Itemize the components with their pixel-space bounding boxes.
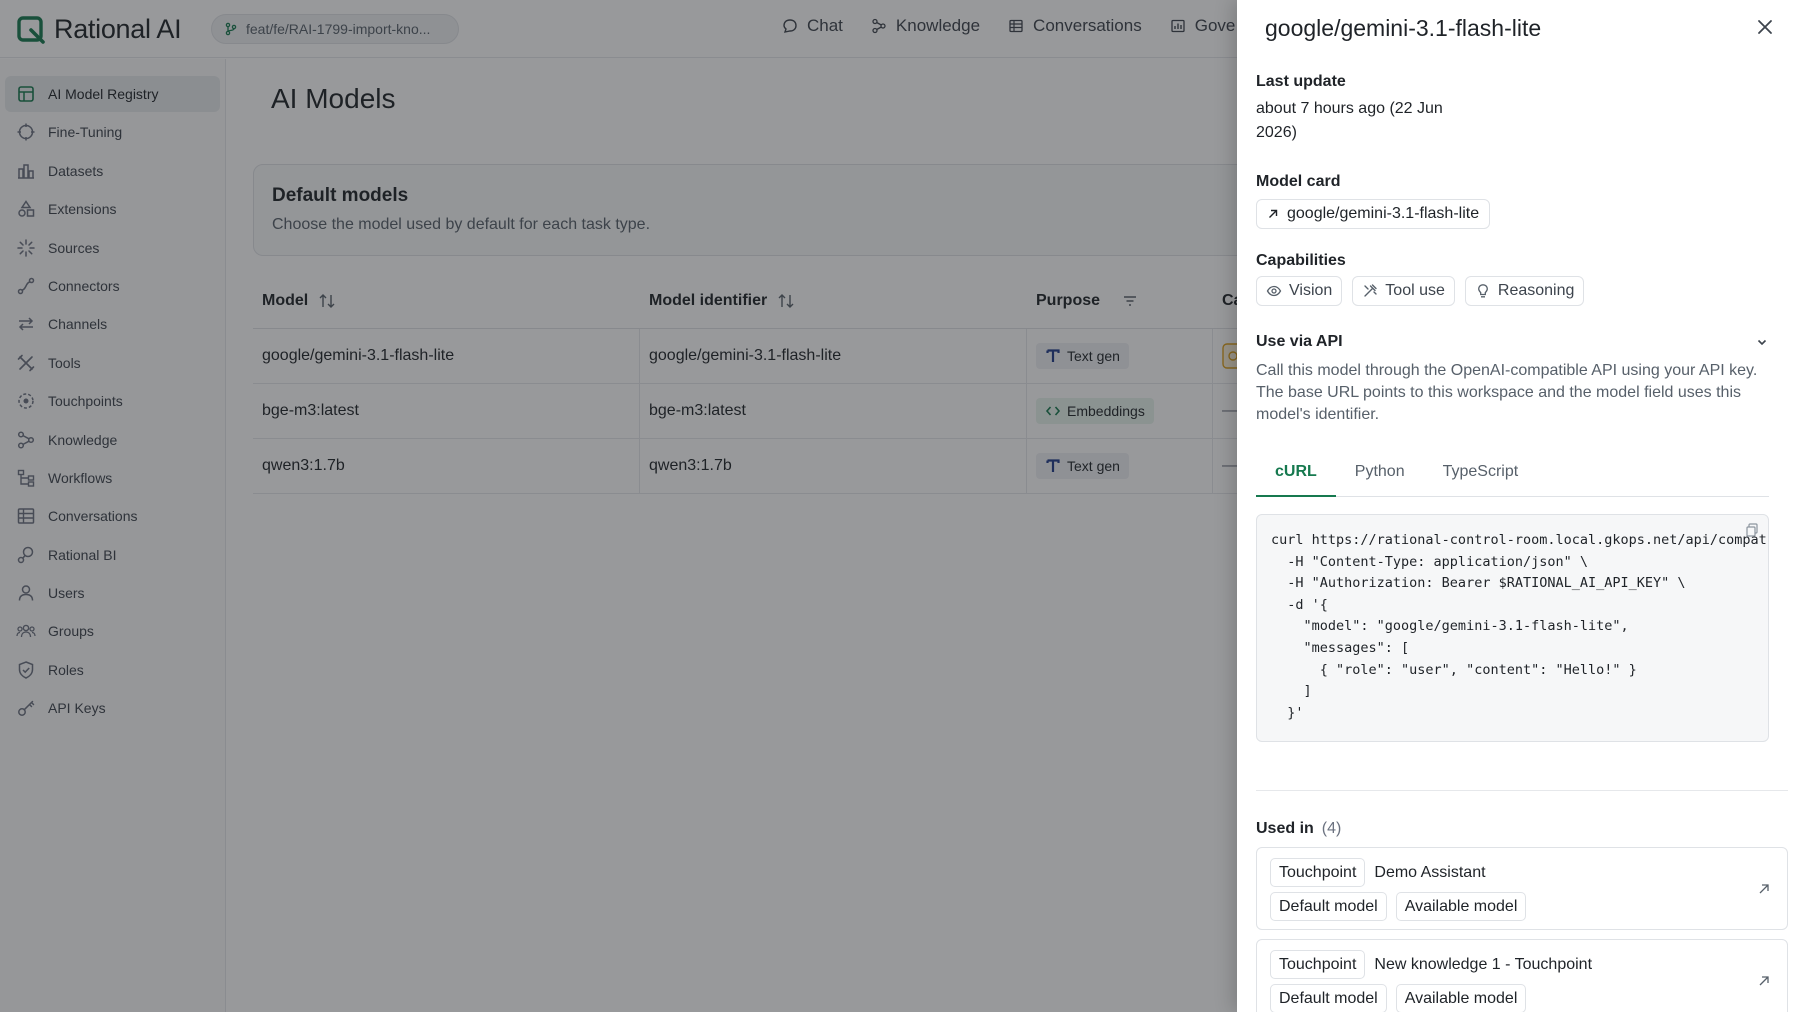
- drawer-title: google/gemini-3.1-flash-lite: [1265, 15, 1542, 41]
- used-in-card-tags: Default model Available model: [1270, 984, 1774, 1012]
- used-in-card-tags: Default model Available model: [1270, 892, 1774, 921]
- last-update-value: about 7 hours ago (22 Jun 2026): [1256, 100, 1443, 141]
- code-tabs: cURL Python TypeScript: [1256, 448, 1769, 497]
- used-in-type-tag: Touchpoint: [1270, 950, 1366, 979]
- used-in-card-row: Touchpoint New knowledge 1 - Touchpoint: [1270, 950, 1774, 979]
- used-in-card-row: Touchpoint Demo Assistant: [1270, 858, 1774, 887]
- available-model-tag: Available model: [1395, 892, 1527, 921]
- drawer-content: Last update about 7 hours ago (22 Jun 20…: [1256, 73, 1788, 1012]
- capabilities-label: Capabilities: [1256, 252, 1346, 269]
- default-model-tag: Default model: [1270, 984, 1387, 1012]
- capability-label: Tool use: [1385, 282, 1445, 299]
- close-button[interactable]: [1752, 14, 1778, 40]
- model-detail-drawer: google/gemini-3.1-flash-lite Last update…: [1237, 0, 1800, 1012]
- last-update-label: Last update: [1256, 73, 1346, 90]
- model-card-link[interactable]: google/gemini-3.1-flash-lite: [1256, 199, 1491, 229]
- chevron-down-icon: [1755, 335, 1769, 349]
- capability-label: Vision: [1289, 282, 1333, 299]
- hammer-icon: [1362, 283, 1378, 299]
- section-divider: [1256, 790, 1788, 791]
- code-snippet[interactable]: curl https://rational-control-room.local…: [1256, 514, 1769, 742]
- used-in-type-tag: Touchpoint: [1270, 858, 1366, 887]
- close-icon: [1756, 18, 1774, 36]
- capabilities-section: Capabilities Vision Tool use Reasoning: [1256, 252, 1788, 306]
- tab-typescript[interactable]: TypeScript: [1424, 448, 1538, 496]
- capability-reasoning: Reasoning: [1464, 276, 1585, 306]
- use-via-api-toggle[interactable]: Use via API: [1256, 333, 1769, 351]
- used-in-name: Demo Assistant: [1374, 863, 1486, 881]
- used-in-header: Used in (4): [1256, 820, 1788, 838]
- default-model-tag: Default model: [1270, 892, 1387, 921]
- copy-icon[interactable]: [1744, 522, 1760, 538]
- used-in-count: (4): [1321, 820, 1342, 837]
- capability-vision: Vision: [1256, 276, 1343, 306]
- eye-icon: [1266, 283, 1282, 299]
- capability-tool-use: Tool use: [1352, 276, 1455, 306]
- capabilities-list: Vision Tool use Reasoning: [1256, 276, 1788, 306]
- used-in-card[interactable]: Touchpoint New knowledge 1 - Touchpoint …: [1256, 939, 1788, 1012]
- tab-python[interactable]: Python: [1336, 448, 1424, 496]
- model-card-link-text: google/gemini-3.1-flash-lite: [1287, 205, 1480, 222]
- used-in-label: Used in: [1256, 820, 1314, 837]
- api-description: Call this model through the OpenAI-compa…: [1256, 362, 1758, 423]
- used-in-card[interactable]: Touchpoint Demo Assistant Default model …: [1256, 847, 1788, 930]
- model-card-section: Model card google/gemini-3.1-flash-lite: [1256, 173, 1788, 229]
- use-via-api-label: Use via API: [1256, 333, 1343, 350]
- model-card-label: Model card: [1256, 173, 1341, 190]
- lightbulb-icon: [1475, 283, 1491, 299]
- tab-curl[interactable]: cURL: [1256, 448, 1336, 497]
- capability-label: Reasoning: [1497, 282, 1575, 299]
- open-link-icon[interactable]: [1757, 974, 1771, 988]
- available-model-tag: Available model: [1395, 984, 1527, 1012]
- arrow-up-right-icon: [1267, 208, 1279, 220]
- code-text: curl https://rational-control-room.local…: [1271, 532, 1767, 721]
- open-link-icon[interactable]: [1757, 882, 1771, 896]
- used-in-name: New knowledge 1 - Touchpoint: [1374, 955, 1593, 973]
